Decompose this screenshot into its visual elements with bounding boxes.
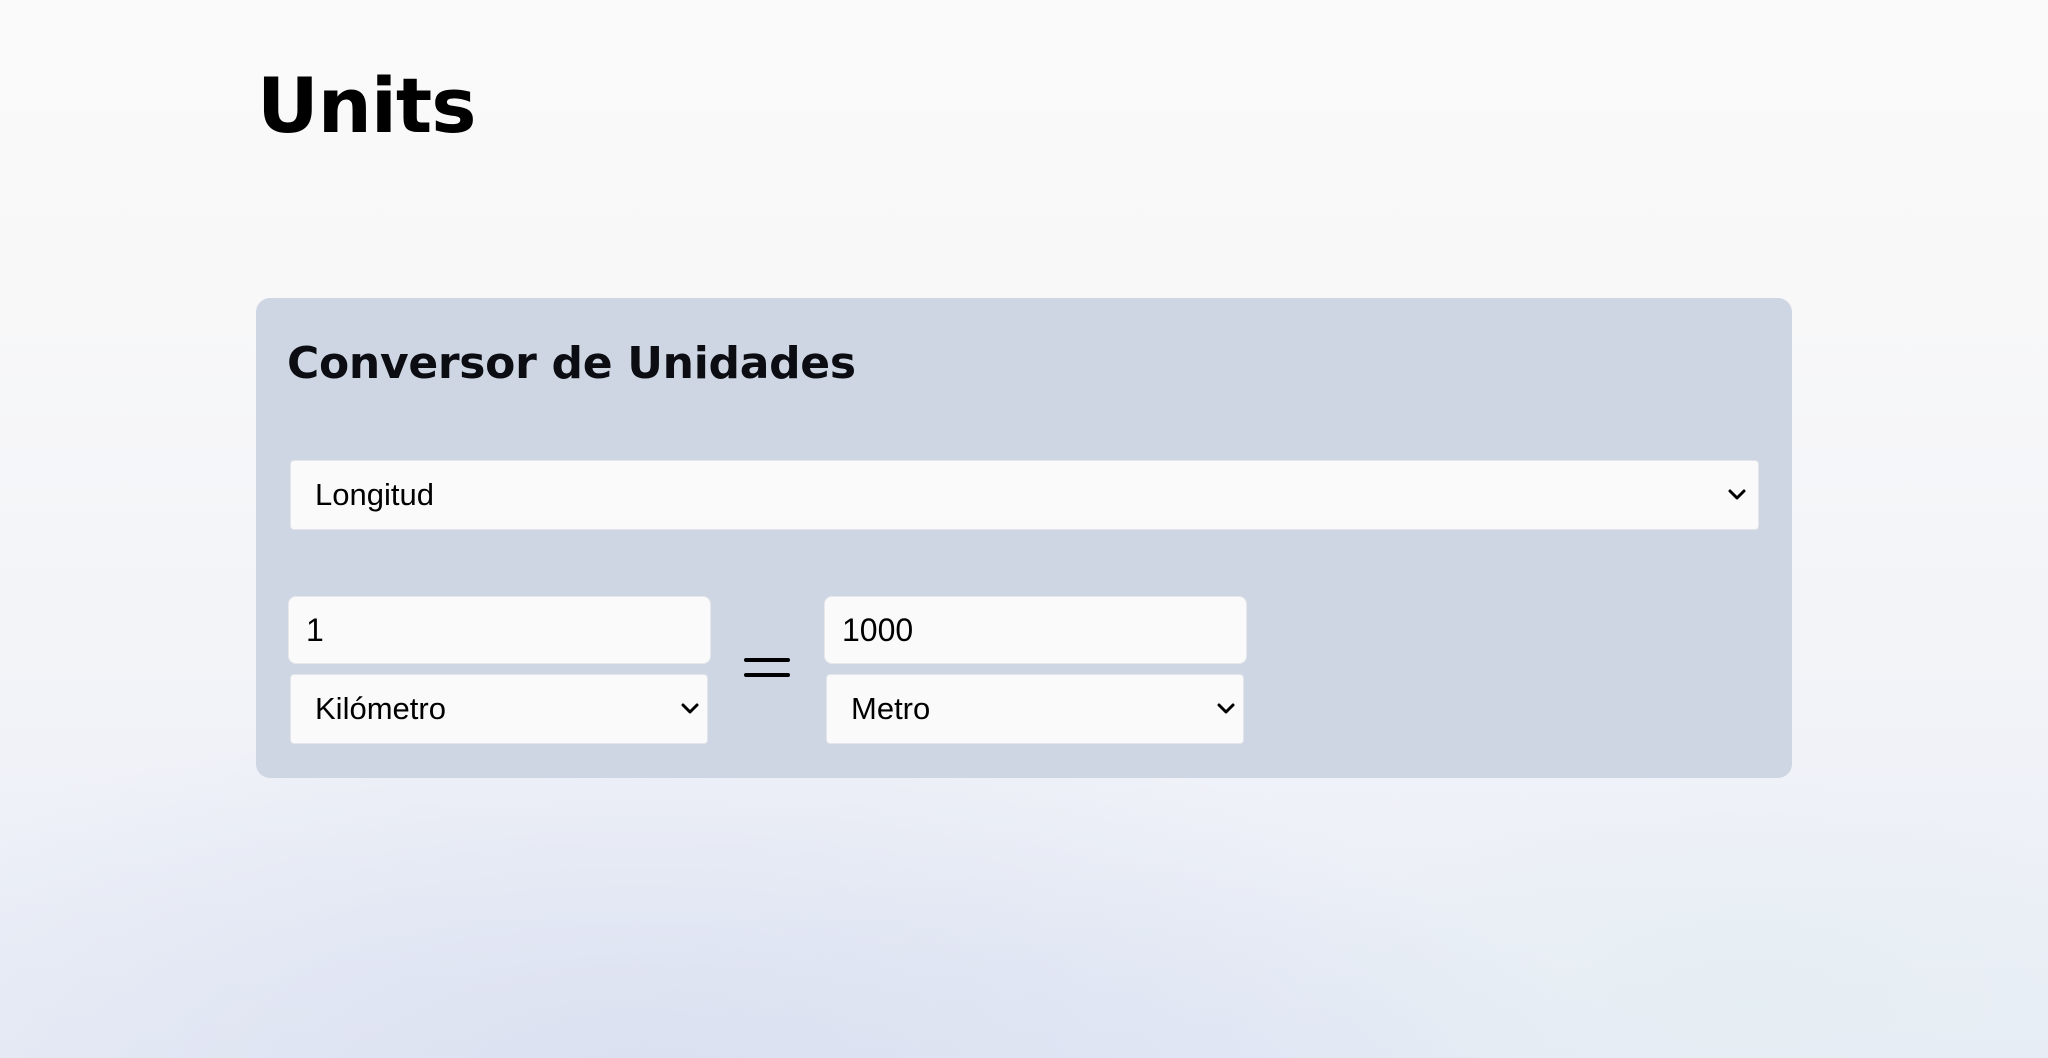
chevron-down-icon bbox=[1215, 675, 1237, 743]
page-title: Units bbox=[257, 61, 476, 150]
equals-icon bbox=[744, 656, 790, 680]
converter-title: Conversor de Unidades bbox=[287, 338, 856, 389]
chevron-down-icon bbox=[1726, 461, 1748, 529]
to-value: 1000 bbox=[842, 612, 914, 648]
chevron-down-icon bbox=[679, 675, 701, 743]
unit-converter-card: Conversor de Unidades Longitud 1 Kilómet… bbox=[256, 298, 1792, 778]
category-selected-value: Longitud bbox=[315, 477, 434, 512]
to-unit-selected-value: Metro bbox=[851, 691, 931, 726]
from-unit-select[interactable]: Kilómetro bbox=[290, 674, 708, 744]
from-unit-selected-value: Kilómetro bbox=[315, 691, 446, 726]
category-select[interactable]: Longitud bbox=[290, 460, 1759, 530]
from-value-input[interactable]: 1 bbox=[288, 596, 711, 664]
to-value-input[interactable]: 1000 bbox=[824, 596, 1247, 664]
to-unit-select[interactable]: Metro bbox=[826, 674, 1244, 744]
from-value: 1 bbox=[306, 612, 324, 648]
